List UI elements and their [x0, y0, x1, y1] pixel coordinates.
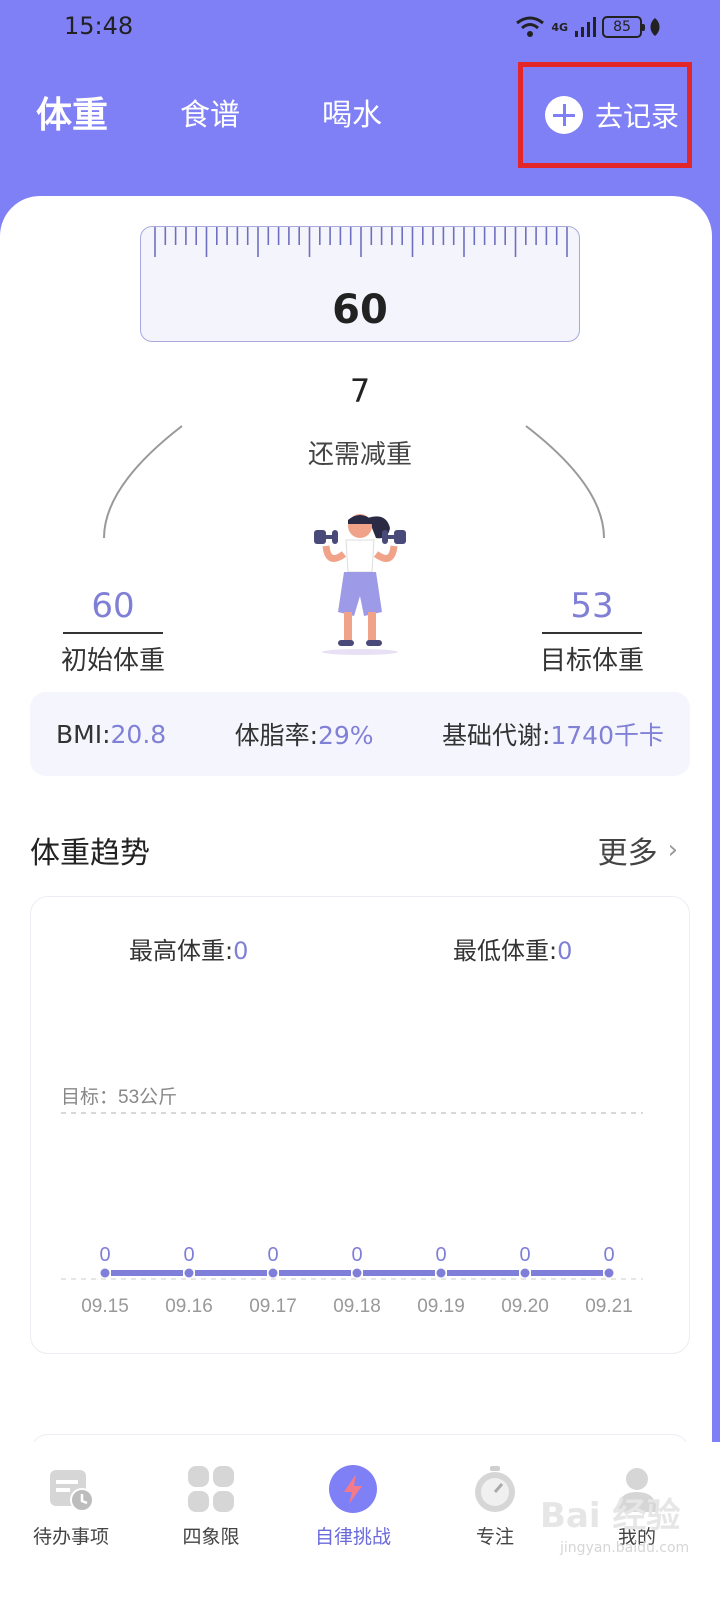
body-fat-stat: 体脂率:29% — [235, 716, 374, 752]
bmi-label: BMI: — [56, 719, 111, 749]
watermark-logo: Bai 经验 — [540, 1496, 681, 1536]
data-label: 0 — [351, 1244, 362, 1266]
status-icons: 4G 85 — [515, 12, 662, 42]
data-point[interactable] — [520, 1268, 530, 1278]
bmr-value: 1740千卡 — [550, 721, 664, 750]
chevron-right-icon: › — [667, 835, 678, 865]
scroll-edge — [712, 196, 720, 1156]
body-stats-bar: BMI:20.8 体脂率:29% 基础代谢:1740千卡 — [30, 692, 690, 776]
x-tick-label: 09.21 — [585, 1296, 633, 1317]
bmr-label: 基础代谢: — [441, 721, 551, 750]
tab-recipe[interactable]: 食谱 — [180, 90, 240, 134]
initial-weight-value: 60 — [91, 586, 135, 626]
data-label: 0 — [435, 1244, 446, 1266]
status-bar: 15:48 4G 85 — [0, 0, 720, 56]
nav-todo-label: 待办事项 — [32, 1526, 109, 1548]
nav-challenge-label: 自律挑战 — [314, 1526, 391, 1548]
weight-trend-chart: 目标：53公斤 0 09.15 0 09.16 0 09.17 0 09.18 0 09.19 0 0… — [61, 1086, 643, 1317]
more-link[interactable]: 更多 › — [598, 828, 678, 872]
initial-weight-label: 初始体重 — [60, 646, 165, 676]
exercise-woman-illustration — [314, 514, 406, 655]
status-time: 15:48 — [64, 12, 134, 40]
x-tick-label: 09.15 — [81, 1296, 129, 1317]
data-point[interactable] — [352, 1268, 362, 1278]
watermark-url: jingyan.baidu.com — [560, 1540, 690, 1556]
x-tick-label: 09.20 — [501, 1296, 549, 1317]
tab-weight[interactable]: 体重 — [36, 86, 108, 138]
leaf-icon — [650, 18, 660, 36]
more-label: 更多 — [597, 836, 658, 871]
remaining-label: 还需减重 — [307, 440, 412, 470]
x-tick-label: 09.18 — [333, 1296, 381, 1317]
lightning-icon — [328, 1464, 378, 1514]
network-type: 4G — [551, 20, 568, 34]
stopwatch-icon — [470, 1464, 520, 1514]
four-quadrant-icon — [186, 1464, 236, 1514]
wifi-icon — [516, 16, 545, 37]
target-weight-label: 目标体重 — [539, 646, 644, 676]
body-fat-label: 体脂率: — [234, 721, 318, 750]
nav-quadrant-label: 四象限 — [182, 1526, 240, 1548]
weight-trend-chart-card: 最高体重:0 最低体重:0 目标：53公斤 0 09.15 0 09.16 0 09.17… — [30, 896, 690, 1354]
todo-calendar-icon — [46, 1464, 96, 1514]
data-point[interactable] — [184, 1268, 194, 1278]
x-tick-label: 09.17 — [249, 1296, 297, 1317]
target-line-label: 目标：53公斤 — [61, 1086, 177, 1108]
battery-indicator: 85 — [602, 16, 645, 38]
plus-circle-icon — [545, 96, 583, 134]
data-label: 0 — [519, 1244, 530, 1266]
data-label: 0 — [603, 1244, 614, 1266]
x-tick-label: 09.16 — [165, 1296, 213, 1317]
bmi-value: 20.8 — [110, 719, 167, 749]
data-point[interactable] — [436, 1268, 446, 1278]
remaining-weight: 7 — [349, 372, 371, 410]
body-fat-value: 29% — [318, 721, 374, 750]
initial-weight-divider — [63, 632, 163, 634]
target-weight-divider — [542, 632, 642, 634]
go-record-button[interactable]: 去记录 — [518, 62, 692, 168]
bmr-stat: 基础代谢:1740千卡 — [442, 716, 664, 752]
data-point[interactable] — [604, 1268, 614, 1278]
target-weight-value: 53 — [570, 586, 614, 626]
data-point[interactable] — [100, 1268, 110, 1278]
nav-quadrant[interactable]: 四象限 — [146, 1464, 276, 1549]
data-label: 0 — [99, 1244, 110, 1266]
signal-icon — [575, 17, 596, 37]
tab-water[interactable]: 喝水 — [322, 90, 382, 134]
data-label: 0 — [267, 1244, 278, 1266]
data-point[interactable] — [268, 1268, 278, 1278]
bmi-stat: BMI:20.8 — [56, 720, 166, 749]
nav-todo[interactable]: 待办事项 — [6, 1464, 136, 1549]
weight-trend-title: 体重趋势 — [30, 836, 150, 871]
nav-challenge[interactable]: 自律挑战 — [288, 1464, 418, 1549]
go-record-label: 去记录 — [595, 100, 680, 133]
x-tick-label: 09.19 — [417, 1296, 465, 1317]
data-label: 0 — [183, 1244, 194, 1266]
main-card: 60 7 还需减重 60 初始体重 53 目标体重 BMI:20.8 体脂率:2… — [0, 196, 712, 1600]
